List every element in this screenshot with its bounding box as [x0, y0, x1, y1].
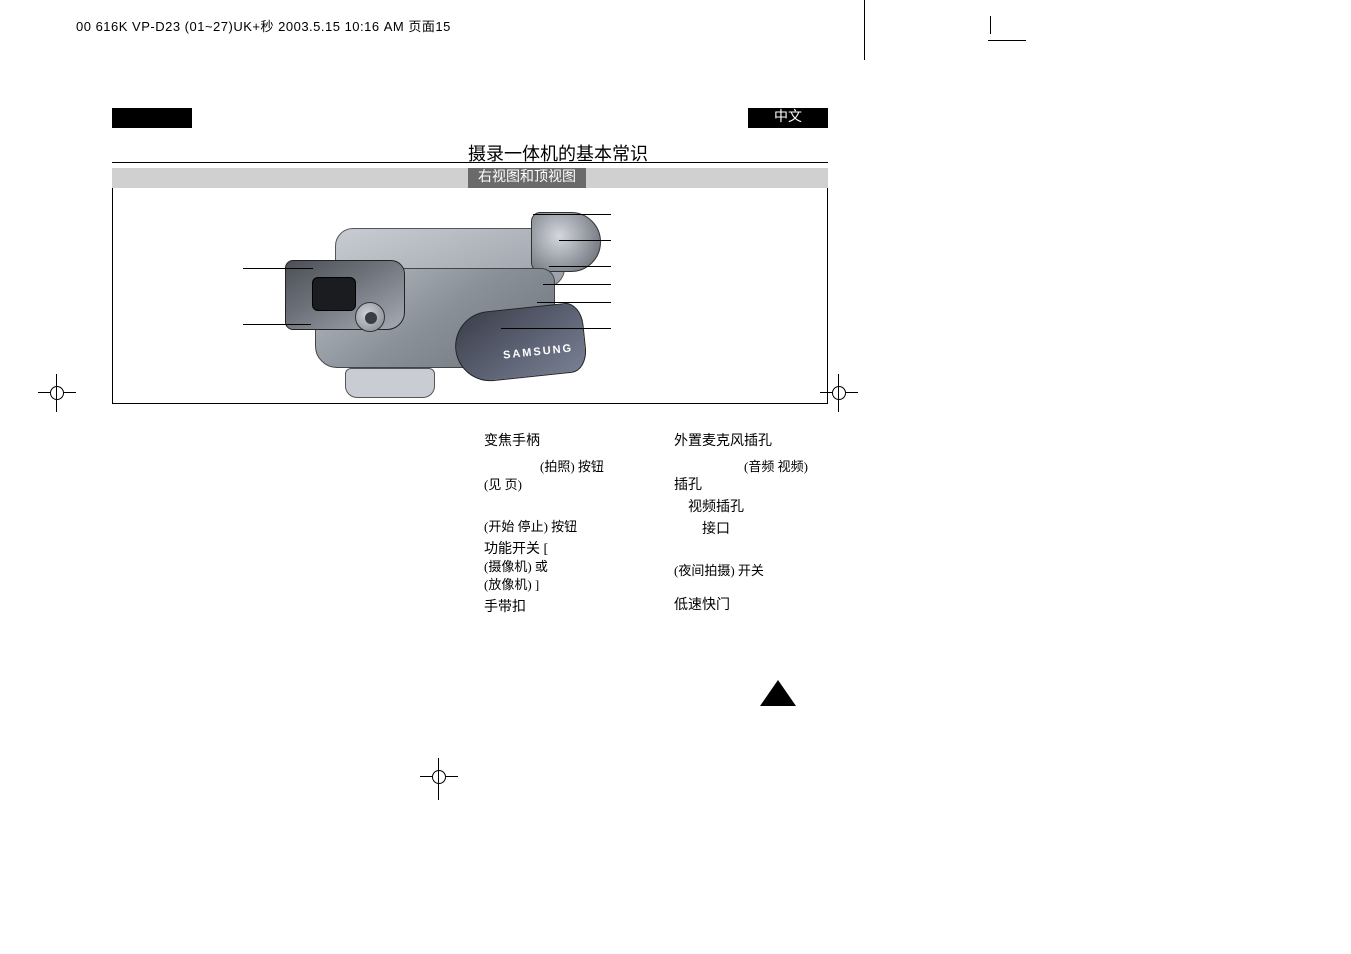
label-night-cap: (夜间拍摄) 开关 [674, 560, 764, 579]
label-handstrap: 手带扣 [484, 596, 526, 616]
title-rule [112, 162, 828, 163]
label-video-jack: 视频插孔 [688, 496, 744, 516]
label-av-b: 插孔 [674, 474, 702, 494]
language-badge: 中文 [748, 108, 828, 128]
registration-mark-right [826, 380, 852, 406]
figure-frame: SAMSUNG [112, 188, 828, 404]
crop-mark-bottom [438, 760, 439, 800]
nav-arrow-icon [760, 680, 796, 706]
header-filenote-cjk: 秒 [261, 19, 275, 34]
header-filenote: 00 616K VP-D23 (01~27)UK+ [76, 19, 261, 34]
camcorder-illustration: SAMSUNG [295, 198, 595, 388]
left-black-bar [112, 108, 192, 128]
label-zoom-lever: 变焦手柄 [484, 430, 540, 450]
label-func-switch-c: (放像机) ] [484, 574, 539, 593]
print-header: 00 616K VP-D23 (01~27)UK+秒 2003.5.15 10:… [76, 16, 451, 35]
label-photo-btn-b: (见 页) [484, 474, 522, 493]
header-pagelabel-num: 15 [435, 19, 450, 34]
label-av-a: (音频 视频) [744, 456, 808, 475]
crop-mark-top [864, 0, 865, 60]
header-pagelabel: 页面 [408, 19, 435, 34]
label-startstop-btn: (开始 停止) 按钮 [484, 516, 577, 535]
label-slow-shutter: 低速快门 [674, 594, 730, 614]
label-interface: 接口 [702, 518, 730, 538]
subtitle-text: 右视图和顶视图 [468, 168, 586, 188]
subtitle-bar: 右视图和顶视图 [112, 168, 828, 188]
label-photo-btn-a: (拍照) 按钮 [540, 456, 604, 475]
registration-mark-left [44, 380, 70, 406]
label-func-switch-b: (摄像机) 或 [484, 556, 548, 575]
registration-mark-bottom [426, 764, 452, 790]
label-ext-mic: 外置麦克风插孔 [674, 430, 772, 450]
label-func-switch-a: 功能开关 [ [484, 538, 548, 558]
header-timestamp: 2003.5.15 10:16 AM [274, 19, 408, 34]
